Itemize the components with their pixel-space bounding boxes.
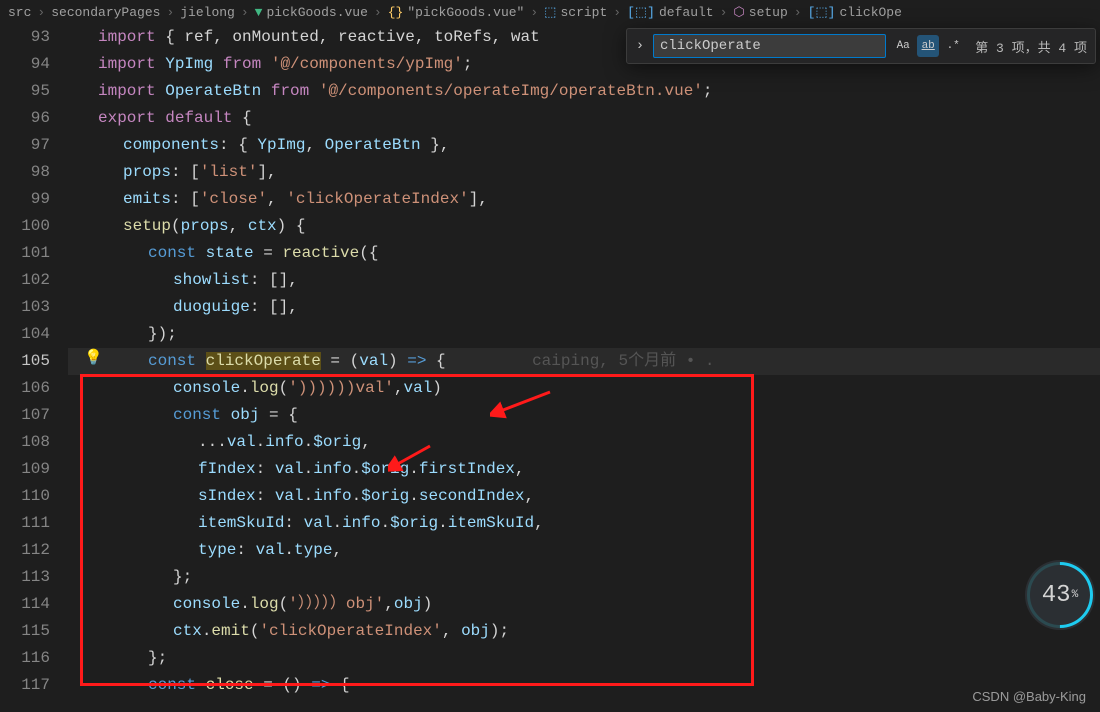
code-editor[interactable]: 9394959697989910010110210310410510610710… <box>0 24 1100 699</box>
watermark: CSDN @Baby-King <box>972 689 1086 704</box>
namespace-icon: [⬚] <box>627 5 655 20</box>
namespace-icon: [⬚] <box>808 5 836 20</box>
code-line[interactable]: fIndex: val.info.$orig.firstIndex, <box>68 456 1100 483</box>
crumb[interactable]: {}"pickGoods.vue" <box>388 5 525 20</box>
code-line[interactable]: const obj = { <box>68 402 1100 429</box>
code-line[interactable]: }; <box>68 564 1100 591</box>
chevron-right-icon: › <box>794 5 802 20</box>
code-line[interactable]: itemSkuId: val.info.$orig.itemSkuId, <box>68 510 1100 537</box>
crumb[interactable]: [⬚]clickOpe <box>808 5 902 20</box>
crumb[interactable]: secondaryPages <box>51 5 160 20</box>
code-line[interactable]: emits: ['close', 'clickOperateIndex'], <box>68 186 1100 213</box>
brace-icon: {} <box>388 5 404 20</box>
find-widget[interactable]: › Aa ab .* 第 3 项，共 4 项 <box>626 28 1096 64</box>
code-line[interactable]: }; <box>68 645 1100 672</box>
whole-word-button[interactable]: ab <box>917 35 939 57</box>
code-line[interactable]: setup(props, ctx) { <box>68 213 1100 240</box>
crumb[interactable]: ▼pickGoods.vue <box>255 5 368 20</box>
code-line[interactable]: duoguige: [], <box>68 294 1100 321</box>
code-line[interactable]: type: val.type, <box>68 537 1100 564</box>
code-line[interactable]: components: { YpImg, OperateBtn }, <box>68 132 1100 159</box>
code-line[interactable]: props: ['list'], <box>68 159 1100 186</box>
code-line[interactable]: const state = reactive({ <box>68 240 1100 267</box>
match-case-button[interactable]: Aa <box>892 35 914 57</box>
progress-value: 43 <box>1042 582 1071 609</box>
chevron-right-icon: › <box>720 5 728 20</box>
lightbulb-icon[interactable]: 💡 <box>84 348 103 367</box>
code-line[interactable]: console.log('）））））obj',obj) <box>68 591 1100 618</box>
code-line[interactable]: }); <box>68 321 1100 348</box>
chevron-right-icon: › <box>613 5 621 20</box>
code-line[interactable]: showlist: [], <box>68 267 1100 294</box>
crumb[interactable]: ⬚script <box>544 5 607 20</box>
search-input[interactable] <box>653 34 886 58</box>
code-line[interactable]: export default { <box>68 105 1100 132</box>
code-line[interactable]: ctx.emit('clickOperateIndex', obj); <box>68 618 1100 645</box>
vue-icon: ▼ <box>255 5 263 20</box>
chevron-right-icon: › <box>530 5 538 20</box>
line-gutter: 9394959697989910010110210310410510610710… <box>0 24 68 699</box>
code-area[interactable]: import { ref, onMounted, reactive, toRef… <box>68 24 1100 699</box>
code-line[interactable]: sIndex: val.info.$orig.secondIndex, <box>68 483 1100 510</box>
code-line[interactable]: const close = () => { <box>68 672 1100 699</box>
crumb[interactable]: [⬚]default <box>627 5 714 20</box>
breadcrumb: src › secondaryPages › jielong › ▼pickGo… <box>0 0 1100 24</box>
percent-icon: % <box>1072 589 1079 601</box>
match-count: 第 3 项，共 4 项 <box>975 37 1087 56</box>
method-icon: ⬡ <box>733 5 744 20</box>
progress-badge: 43 % <box>1025 560 1095 630</box>
code-line[interactable]: import OperateBtn from '@/components/ope… <box>68 78 1100 105</box>
regex-button[interactable]: .* <box>942 35 964 57</box>
crumb[interactable]: ⬡setup <box>733 5 787 20</box>
code-line[interactable]: const clickOperate = (val) => { caiping,… <box>68 348 1100 375</box>
code-line[interactable]: ...val.info.$orig, <box>68 429 1100 456</box>
crumb[interactable]: src <box>8 5 31 20</box>
code-line[interactable]: console.log('))))))val',val) <box>68 375 1100 402</box>
chevron-right-icon: › <box>166 5 174 20</box>
chevron-right-icon: › <box>37 5 45 20</box>
expand-replace-icon[interactable]: › <box>627 38 653 54</box>
cube-icon: ⬚ <box>544 5 556 20</box>
chevron-right-icon: › <box>374 5 382 20</box>
crumb[interactable]: jielong <box>180 5 235 20</box>
chevron-right-icon: › <box>241 5 249 20</box>
